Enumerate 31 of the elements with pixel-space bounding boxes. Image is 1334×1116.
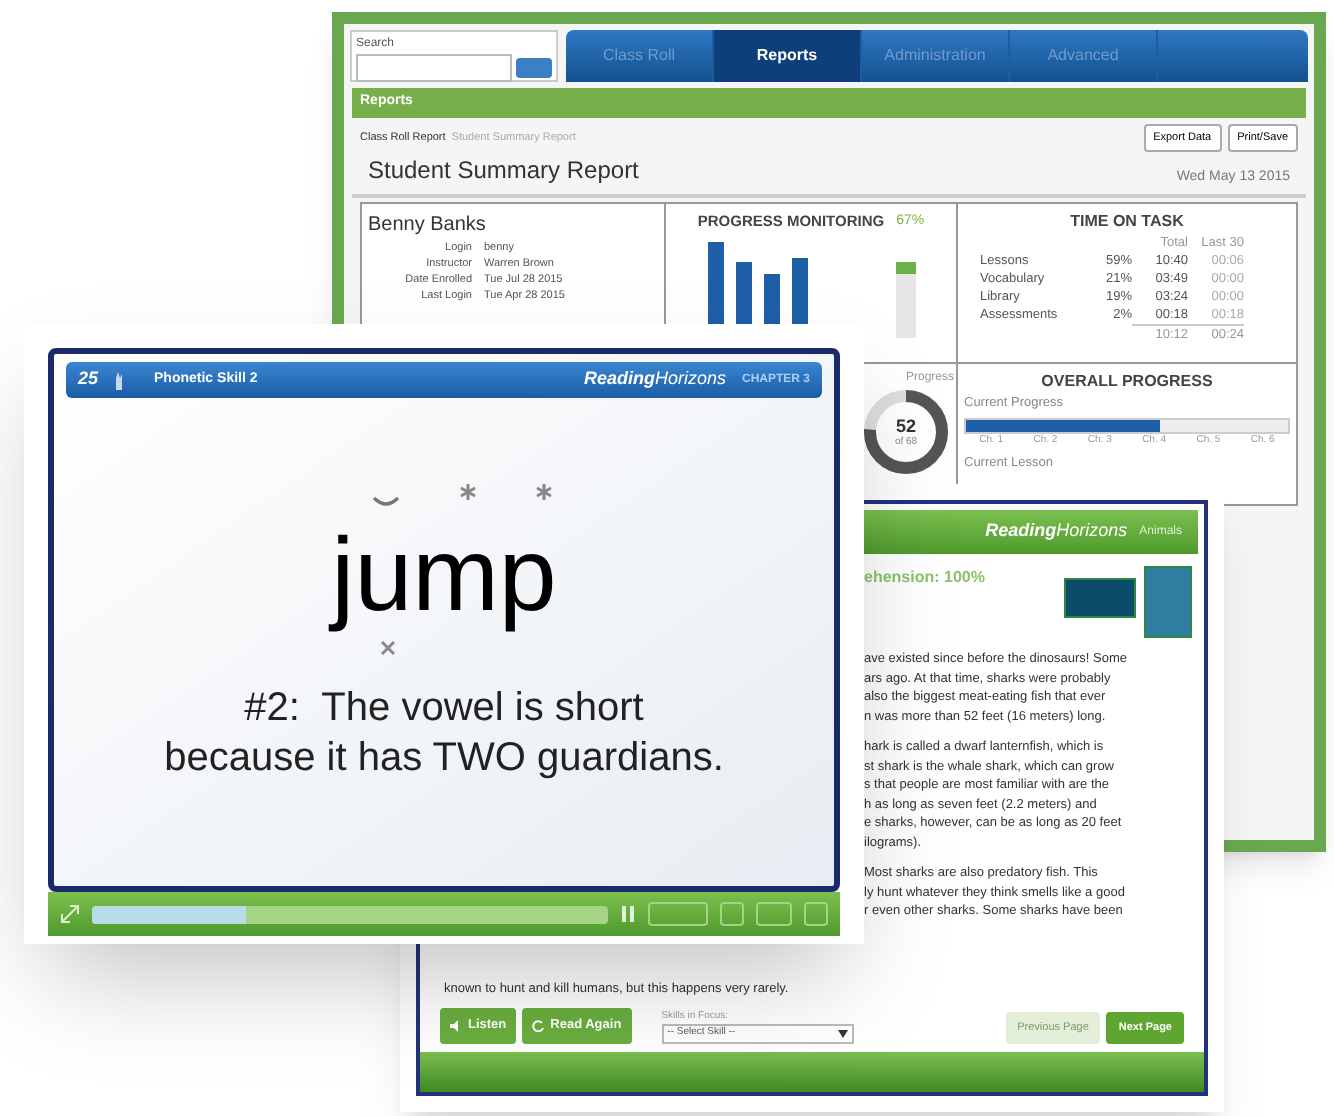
control-button[interactable] — [648, 902, 708, 926]
cross-mark-icon — [379, 640, 396, 656]
photo-placeholder — [1064, 578, 1136, 618]
speaker-icon — [450, 1020, 462, 1032]
pause-icon[interactable] — [620, 906, 636, 922]
dropdown-caret-icon — [837, 1030, 848, 1038]
comprehension-score: ehension: 100% — [864, 566, 985, 590]
vowel-rule-text: #2: The vowel is short because it has TWO guardians. — [164, 684, 724, 784]
student-name: Benny Banks — [368, 212, 488, 241]
asterisk-icon — [535, 484, 552, 500]
search-go-button[interactable] — [516, 58, 552, 78]
control-button[interactable] — [756, 902, 792, 926]
search-field[interactable] — [356, 54, 512, 82]
brand-logo: ReadingHorizons — [985, 518, 1128, 545]
help-button[interactable] — [804, 902, 828, 926]
lesson-number: 25 — [78, 366, 99, 393]
nav-tab[interactable]: Reports — [714, 30, 862, 82]
report-title: Student Summary Report — [368, 154, 639, 189]
expand-icon — [60, 904, 80, 924]
control-button[interactable] — [720, 902, 744, 926]
refresh-icon — [532, 1020, 545, 1032]
panel-title: TIME ON TASK — [1068, 210, 1186, 235]
nav-tab[interactable]: Administration — [862, 30, 1010, 82]
photo-placeholder — [1144, 566, 1192, 638]
panel-title: OVERALL PROGRESS — [1039, 370, 1215, 395]
dial-value: 52 — [895, 416, 916, 437]
lesson-word: jump — [331, 518, 557, 634]
brand-logo: ReadingHorizons — [583, 366, 726, 393]
asterisk-icon — [459, 484, 476, 500]
nav-tab[interactable]: Advanced — [1010, 30, 1158, 82]
breve-mark-icon — [371, 496, 400, 508]
